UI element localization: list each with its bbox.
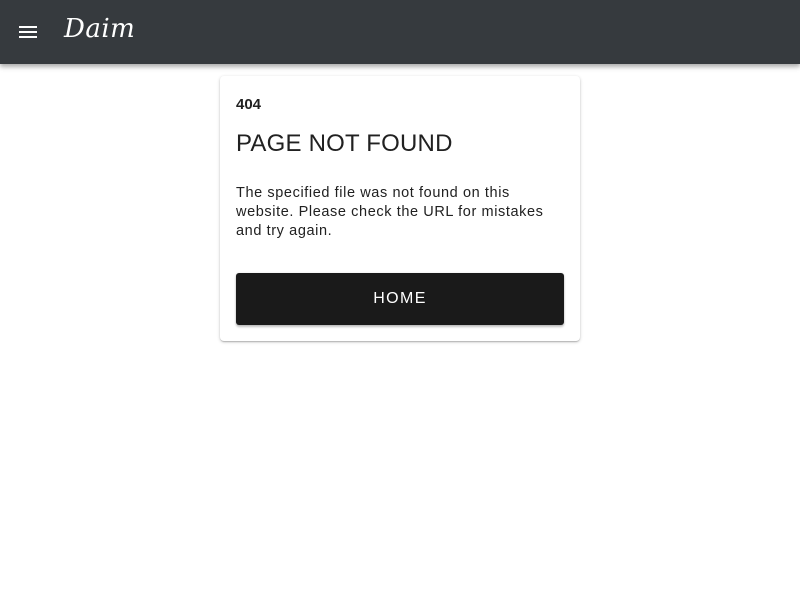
- error-title: PAGE NOT FOUND: [236, 130, 453, 157]
- menu-icon: [19, 26, 37, 38]
- app-bar: Daim: [0, 0, 800, 64]
- error-card: 404 PAGE NOT FOUND The specified file wa…: [220, 76, 580, 341]
- brand-logo[interactable]: Daim: [64, 12, 135, 46]
- error-message: The specified file was not found on this…: [236, 185, 544, 239]
- home-button[interactable]: HOME: [236, 273, 564, 325]
- menu-button[interactable]: [6, 8, 50, 56]
- error-code: 404: [236, 96, 262, 113]
